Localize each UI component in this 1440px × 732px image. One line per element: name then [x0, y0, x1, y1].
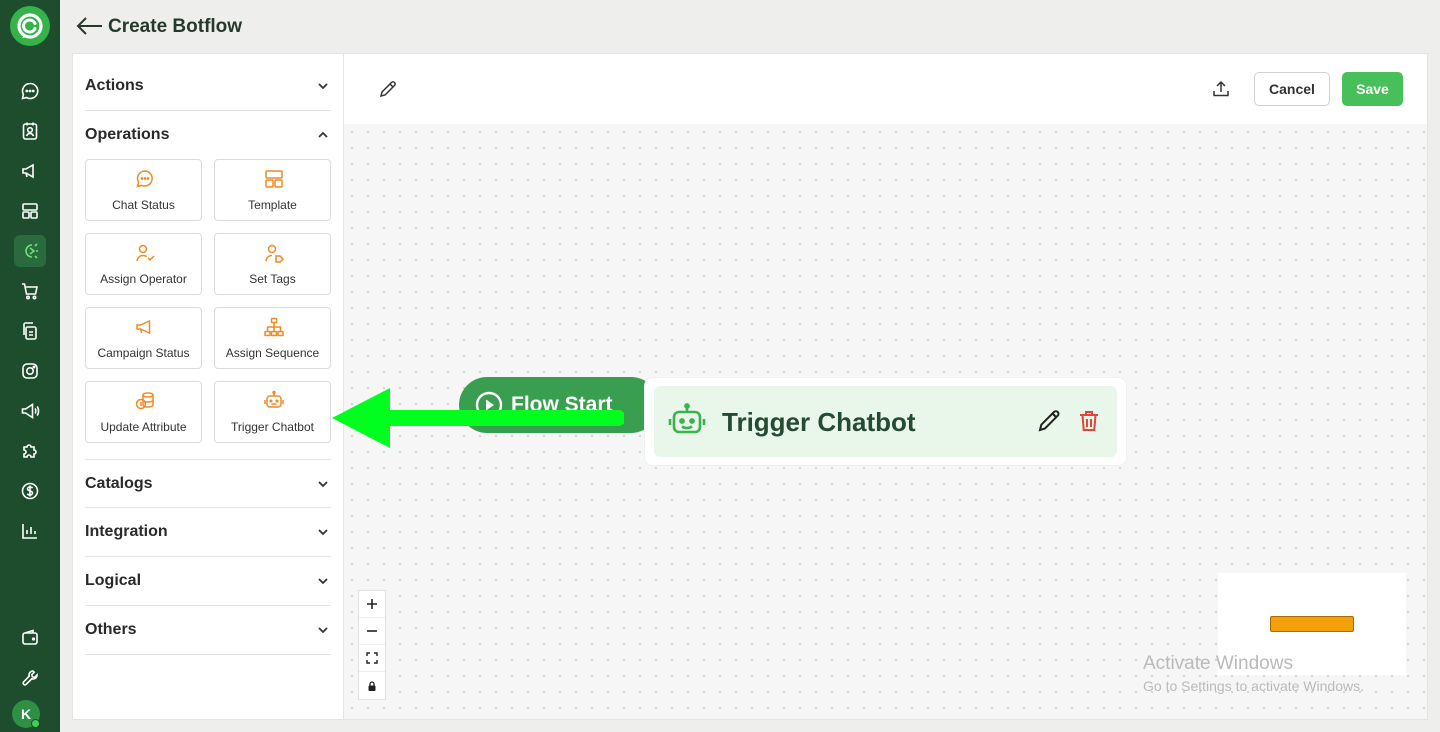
- op-campaign-status[interactable]: Campaign Status: [85, 307, 202, 369]
- section-label: Logical: [85, 572, 142, 589]
- page-header: [60, 0, 1440, 54]
- section-label: Actions: [85, 77, 144, 94]
- section-catalogs[interactable]: Catalogs: [85, 459, 331, 508]
- fit-view-button[interactable]: [359, 645, 385, 672]
- cancel-button[interactable]: Cancel: [1254, 72, 1330, 106]
- op-label: Update Attribute: [100, 420, 187, 434]
- save-button[interactable]: Save: [1342, 72, 1403, 106]
- lock-button[interactable]: [359, 672, 385, 699]
- upload-icon[interactable]: [1211, 79, 1231, 99]
- copy-icon[interactable]: [14, 315, 46, 347]
- windows-watermark-subtitle: Go to Settings to activate Windows.: [1143, 678, 1364, 694]
- fit-view-icon: [366, 652, 378, 664]
- section-label: Integration: [85, 523, 168, 540]
- section-logical[interactable]: Logical: [85, 557, 331, 606]
- online-status-dot: [31, 719, 40, 728]
- user-tag-icon: [265, 244, 285, 263]
- pencil-icon[interactable]: [1036, 408, 1062, 434]
- lock-icon: [368, 680, 376, 691]
- broadcast-icon[interactable]: [14, 395, 46, 427]
- minus-icon: [367, 630, 377, 632]
- chat-icon[interactable]: [14, 75, 46, 107]
- op-template[interactable]: Template: [214, 159, 331, 221]
- template-icon: [265, 170, 283, 188]
- trash-icon[interactable]: [1076, 408, 1102, 434]
- section-actions[interactable]: Actions: [85, 62, 331, 111]
- wrench-icon[interactable]: [14, 662, 46, 694]
- windows-watermark-title: Activate Windows: [1143, 653, 1293, 674]
- op-label: Set Tags: [249, 272, 296, 286]
- chevron-down-icon: [318, 529, 328, 536]
- instagram-icon[interactable]: [14, 355, 46, 387]
- bot-icon: [264, 390, 284, 408]
- op-trigger-chatbot[interactable]: Trigger Chatbot: [214, 381, 331, 443]
- pencil-icon[interactable]: [378, 79, 398, 99]
- back-arrow-icon[interactable]: [74, 14, 104, 40]
- op-label: Campaign Status: [97, 346, 190, 360]
- op-label: Assign Sequence: [225, 346, 320, 360]
- zoom-out-button[interactable]: [359, 618, 385, 645]
- op-assign-sequence[interactable]: Assign Sequence: [214, 307, 331, 369]
- layout-icon[interactable]: [14, 195, 46, 227]
- op-update-attribute[interactable]: Update Attribute: [85, 381, 202, 443]
- section-operations[interactable]: Operations: [85, 111, 331, 160]
- contacts-icon[interactable]: [14, 115, 46, 147]
- chevron-down-icon: [318, 627, 328, 634]
- chevron-down-icon: [318, 481, 328, 488]
- section-label: Catalogs: [85, 475, 153, 492]
- op-assign-operator[interactable]: Assign Operator: [85, 233, 202, 295]
- trigger-chatbot-label: Trigger Chatbot: [722, 407, 916, 437]
- app-logo-icon[interactable]: [10, 6, 50, 46]
- section-label: Operations: [85, 126, 170, 143]
- wallet-icon[interactable]: [14, 622, 46, 654]
- chevron-down-icon: [318, 578, 328, 585]
- megaphone-icon: [136, 319, 151, 335]
- plus-icon: [367, 599, 377, 609]
- zoom-controls: [358, 590, 386, 700]
- hierarchy-icon: [264, 317, 284, 337]
- analytics-icon[interactable]: [14, 515, 46, 547]
- puzzle-icon[interactable]: [14, 435, 46, 467]
- dollar-icon[interactable]: [14, 475, 46, 507]
- op-label: Template: [248, 198, 297, 212]
- cart-icon[interactable]: [14, 275, 46, 307]
- trigger-chatbot-node-body: Trigger Chatbot: [654, 386, 1117, 457]
- coins-icon: [135, 392, 154, 410]
- chevron-down-icon: [318, 83, 328, 90]
- annotation-arrow-icon: [332, 388, 624, 448]
- megaphone-icon[interactable]: [14, 155, 46, 187]
- op-label: Chat Status: [112, 198, 175, 212]
- op-set-tags[interactable]: Set Tags: [214, 233, 331, 295]
- botflow-icon[interactable]: [14, 235, 46, 267]
- chat-bubble-icon: [136, 170, 153, 188]
- minimap-node: [1270, 616, 1354, 632]
- section-others[interactable]: Others: [85, 606, 331, 655]
- op-chat-status[interactable]: Chat Status: [85, 159, 202, 221]
- section-label: Others: [85, 621, 137, 638]
- user-check-icon: [136, 244, 155, 262]
- zoom-in-button[interactable]: [359, 591, 385, 618]
- op-label: Assign Operator: [100, 272, 187, 286]
- chevron-up-icon: [318, 131, 328, 138]
- trigger-chatbot-node[interactable]: Trigger Chatbot: [645, 378, 1126, 465]
- page-title: Create Botflow: [108, 16, 243, 37]
- section-integration[interactable]: Integration: [85, 508, 331, 557]
- bot-icon: [668, 403, 706, 434]
- node-palette-sidebar: Actions Operations Chat Status Template …: [73, 54, 344, 719]
- left-nav-rail: K: [0, 0, 60, 732]
- op-label: Trigger Chatbot: [231, 420, 314, 434]
